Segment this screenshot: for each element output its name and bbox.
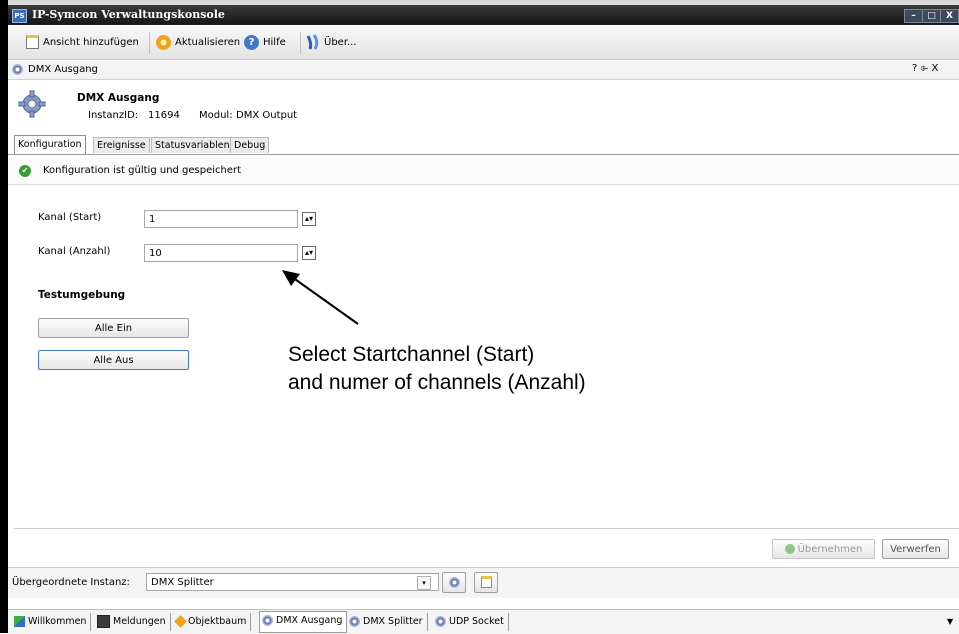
- doc-tab-messages[interactable]: Meldungen: [95, 613, 171, 631]
- help-icon: ?: [244, 34, 259, 50]
- welcome-icon: [14, 616, 25, 627]
- refresh-icon: [156, 34, 171, 50]
- gear-icon: [12, 64, 23, 75]
- apply-label: Übernehmen: [797, 544, 863, 555]
- gear-icon: [435, 616, 446, 627]
- view-header: DMX Ausgang ? ⌱ X: [8, 61, 959, 80]
- tab-ereignisse[interactable]: Ereignisse: [93, 137, 150, 153]
- instance-id-value: 11694: [148, 110, 180, 121]
- help-button[interactable]: ? Hilfe: [244, 33, 286, 53]
- new-parent-button[interactable]: [474, 572, 498, 593]
- config-status-bar: ✔ Konfiguration ist gültig und gespeiche…: [8, 158, 959, 185]
- content-divider: [14, 528, 959, 529]
- object-tree-icon: [174, 615, 187, 628]
- doc-tab-dmx-splitter[interactable]: DMX Splitter: [347, 613, 428, 631]
- title-bar: PS IP-Symcon Verwaltungskonsole – □ X: [8, 5, 959, 25]
- gear-icon: [349, 616, 360, 627]
- doc-tab-label: Willkommen: [28, 616, 87, 627]
- discard-button[interactable]: Verwerfen: [882, 539, 949, 559]
- channel-count-label: Kanal (Anzahl): [38, 246, 111, 257]
- new-view-icon: [26, 35, 39, 49]
- chevron-down-icon[interactable]: ▾: [417, 576, 431, 590]
- apply-check-icon: [784, 544, 795, 554]
- channel-count-input[interactable]: 10: [144, 244, 298, 262]
- instance-id-label: InstanzID:: [88, 110, 139, 121]
- doc-tab-label: Meldungen: [113, 616, 166, 627]
- doc-tab-label: UDP Socket: [449, 616, 504, 627]
- doc-tab-label: DMX Ausgang: [276, 615, 343, 626]
- toolbar-separator: [300, 32, 301, 54]
- doc-tab-dmx-output[interactable]: DMX Ausgang: [259, 611, 348, 633]
- configure-parent-button[interactable]: [442, 572, 466, 593]
- tab-debug[interactable]: Debug: [230, 137, 270, 153]
- all-on-button[interactable]: Alle Ein: [38, 318, 189, 338]
- document-tabs: Willkommen Meldungen Objektbaum DMX Ausg…: [8, 609, 959, 634]
- view-title: DMX Ausgang: [28, 64, 98, 75]
- add-view-label: Ansicht hinzufügen: [43, 37, 139, 48]
- annotation-line-2: and numer of channels (Anzahl): [288, 371, 586, 394]
- gear-icon: [448, 576, 460, 588]
- check-icon: ✔: [19, 165, 31, 177]
- doc-tab-label: Objektbaum: [188, 616, 247, 627]
- window-title: IP-Symcon Verwaltungskonsole: [32, 8, 225, 21]
- instance-gear-icon: [18, 90, 46, 118]
- start-channel-spinner-icon[interactable]: ▴▾: [302, 212, 316, 226]
- doc-tab-udp-socket[interactable]: UDP Socket: [433, 613, 509, 631]
- start-channel-input[interactable]: 1: [144, 210, 298, 228]
- config-status-text: Konfiguration ist gültig und gespeichert: [43, 165, 242, 176]
- doc-tab-welcome[interactable]: Willkommen: [12, 613, 92, 631]
- parent-instance-label: Übergeordnete Instanz:: [12, 577, 130, 588]
- new-page-icon: [480, 576, 492, 588]
- parent-instance-select[interactable]: DMX Splitter: [146, 573, 439, 591]
- messages-icon: [97, 615, 110, 628]
- maximize-button[interactable]: □: [922, 9, 941, 23]
- apply-button[interactable]: Übernehmen: [772, 539, 875, 559]
- app-icon: PS: [12, 9, 27, 23]
- doc-tab-object-tree[interactable]: Objektbaum: [172, 613, 252, 631]
- toolbar: Ansicht hinzufügen Aktualisieren ? Hilfe …: [8, 26, 959, 60]
- tab-konfiguration[interactable]: Konfiguration: [14, 135, 86, 154]
- help-label: Hilfe: [263, 37, 286, 48]
- test-section-title: Testumgebung: [38, 289, 126, 301]
- add-view-button[interactable]: Ansicht hinzufügen: [26, 33, 139, 53]
- gear-icon: [262, 615, 273, 626]
- module-label: Modul:: [199, 110, 233, 121]
- all-off-button[interactable]: Alle Aus: [38, 350, 189, 370]
- doc-tab-label: DMX Splitter: [363, 616, 423, 627]
- refresh-label: Aktualisieren: [175, 37, 241, 48]
- module-value: DMX Output: [236, 110, 298, 121]
- window-left-border: [0, 0, 8, 633]
- about-label: Über...: [324, 37, 357, 48]
- annotation-line-1: Select Startchannel (Start): [288, 343, 535, 366]
- refresh-button[interactable]: Aktualisieren: [156, 33, 240, 53]
- about-button[interactable]: Über...: [306, 33, 357, 53]
- instance-header: DMX Ausgang InstanzID: 11694 Modul: DMX …: [8, 80, 959, 130]
- instance-name: DMX Ausgang: [77, 92, 160, 104]
- tabs-overflow-icon[interactable]: ▼: [947, 617, 953, 626]
- start-channel-label: Kanal (Start): [38, 212, 102, 223]
- tab-statusvariablen[interactable]: Statusvariablen: [151, 137, 234, 153]
- annotation-arrow: [282, 270, 359, 325]
- view-controls[interactable]: ? ⌱ X: [912, 63, 938, 74]
- about-icon: [306, 34, 320, 50]
- minimize-button[interactable]: –: [904, 9, 923, 23]
- toolbar-separator: [149, 32, 150, 54]
- close-button[interactable]: X: [940, 9, 959, 23]
- channel-count-spinner-icon[interactable]: ▴▾: [302, 246, 316, 260]
- parent-instance-row: Übergeordnete Instanz: DMX Splitter ▾: [8, 567, 959, 598]
- tab-strip: Konfiguration Ereignisse Statusvariablen…: [8, 135, 959, 155]
